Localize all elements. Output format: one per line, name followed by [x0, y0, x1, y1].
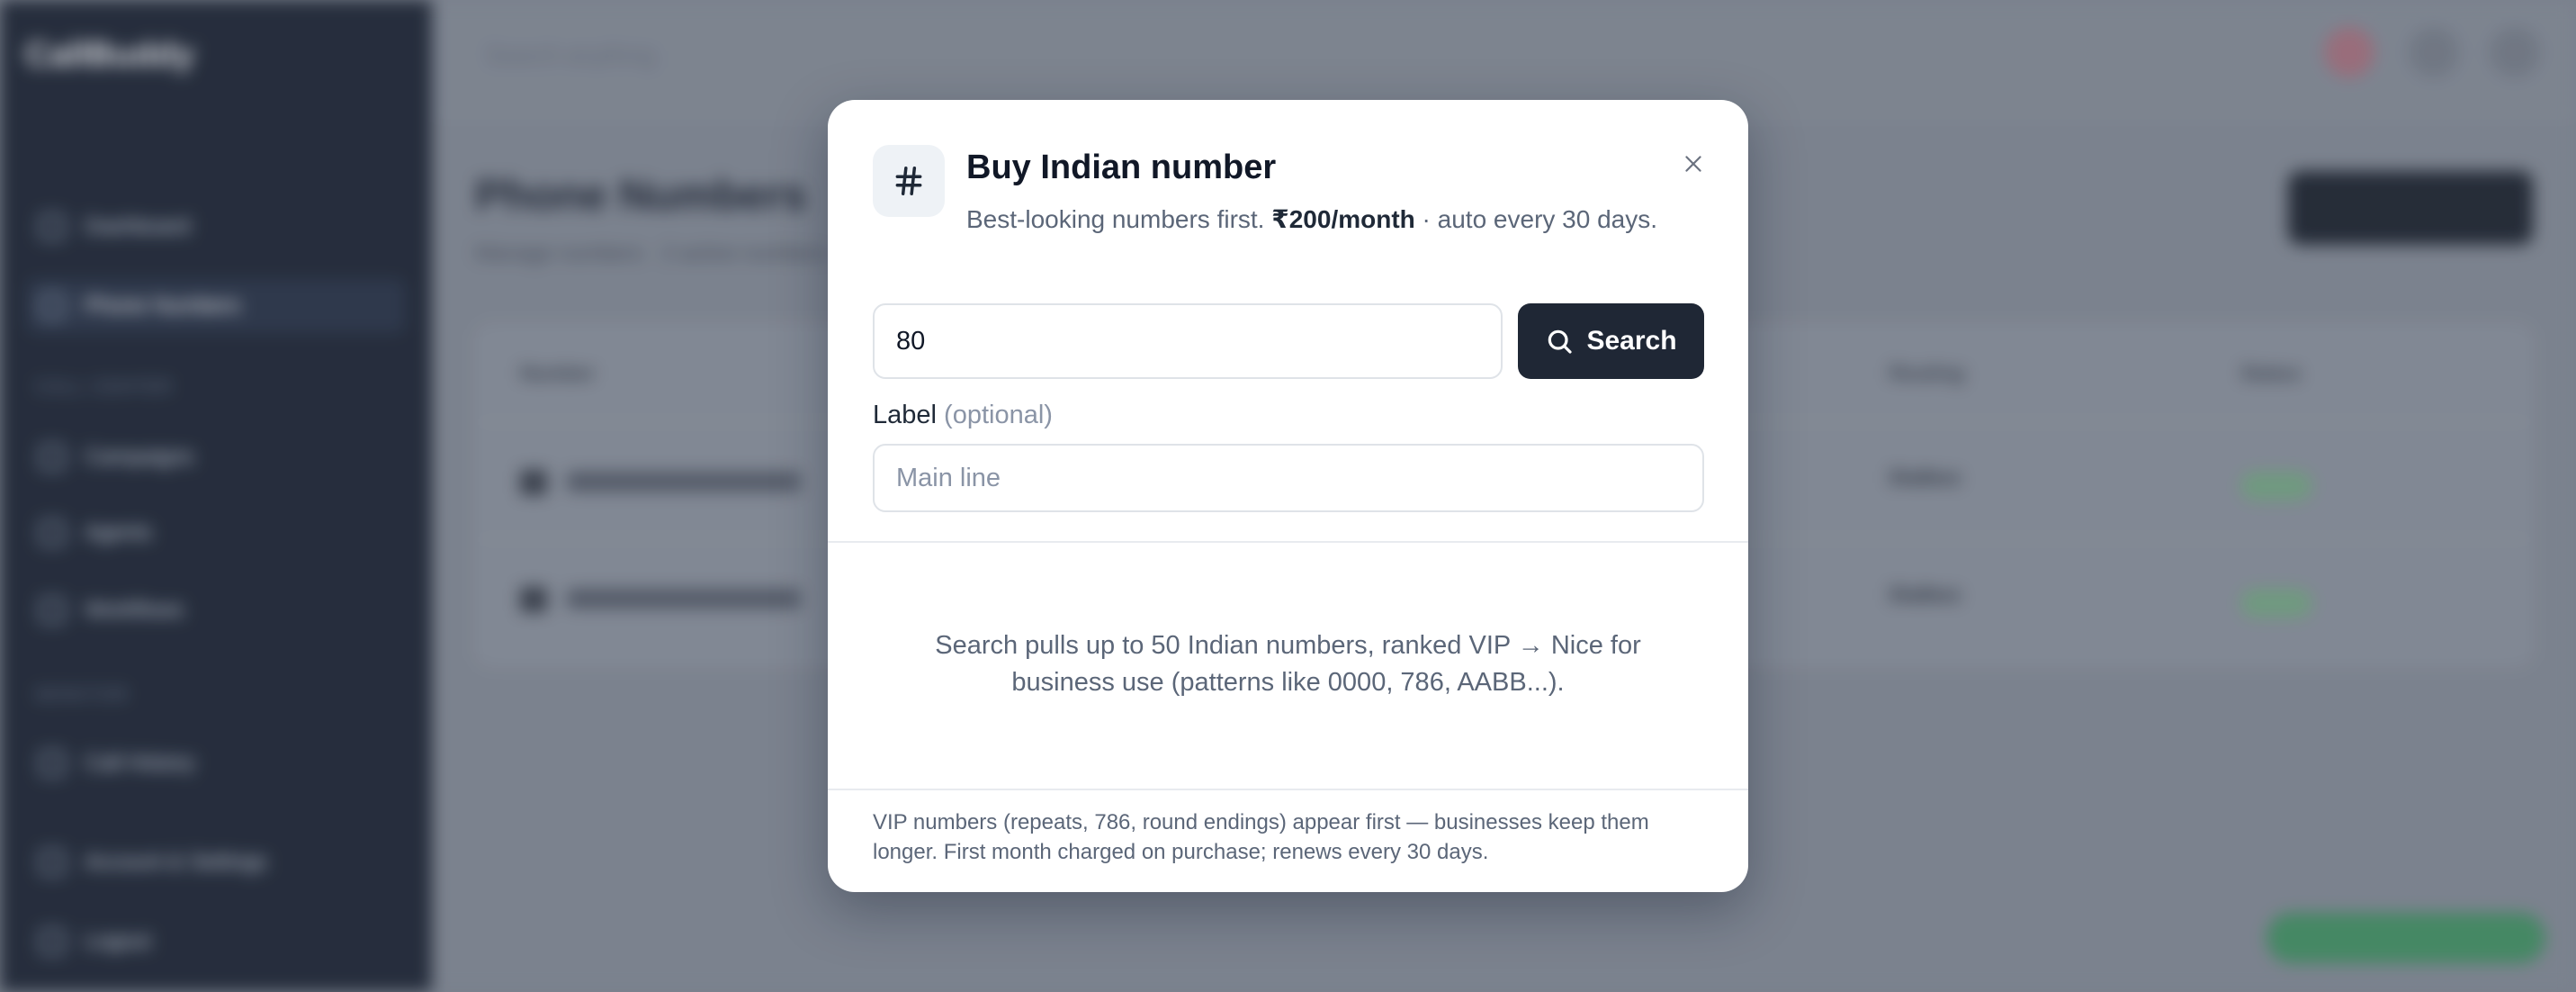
close-button[interactable]: [1673, 143, 1714, 185]
number-search-input[interactable]: [873, 303, 1503, 379]
dialog-title: Buy Indian number: [966, 149, 1277, 186]
label-text: Label: [873, 401, 937, 429]
description-text: Best-looking numbers first.: [966, 205, 1272, 233]
optional-text: (optional): [944, 401, 1053, 429]
label-field-label: Label (optional): [873, 401, 1053, 430]
divider: [828, 541, 1748, 543]
search-hint: Search pulls up to 50 Indian numbers, ra…: [935, 631, 1641, 697]
hash-icon: [873, 145, 945, 217]
search-icon: [1548, 329, 1573, 354]
search-button-label: Search: [1586, 326, 1677, 356]
dialog-description: Best-looking numbers first. ₹200/month ·…: [966, 201, 1668, 238]
divider: [828, 789, 1748, 790]
app-root: CallBuddy Dashboard Phone Numbers CALL C…: [0, 0, 2576, 992]
close-icon: [1685, 156, 1701, 172]
price-text: ₹200/month: [1271, 205, 1415, 233]
description-text: · auto every 30 days.: [1414, 205, 1658, 233]
buy-number-dialog: Buy Indian number Best-looking numbers f…: [828, 100, 1748, 892]
search-button[interactable]: Search: [1518, 303, 1704, 379]
label-input[interactable]: [873, 444, 1704, 512]
footer-note: VIP numbers (repeats, 786, round endings…: [873, 810, 1649, 864]
